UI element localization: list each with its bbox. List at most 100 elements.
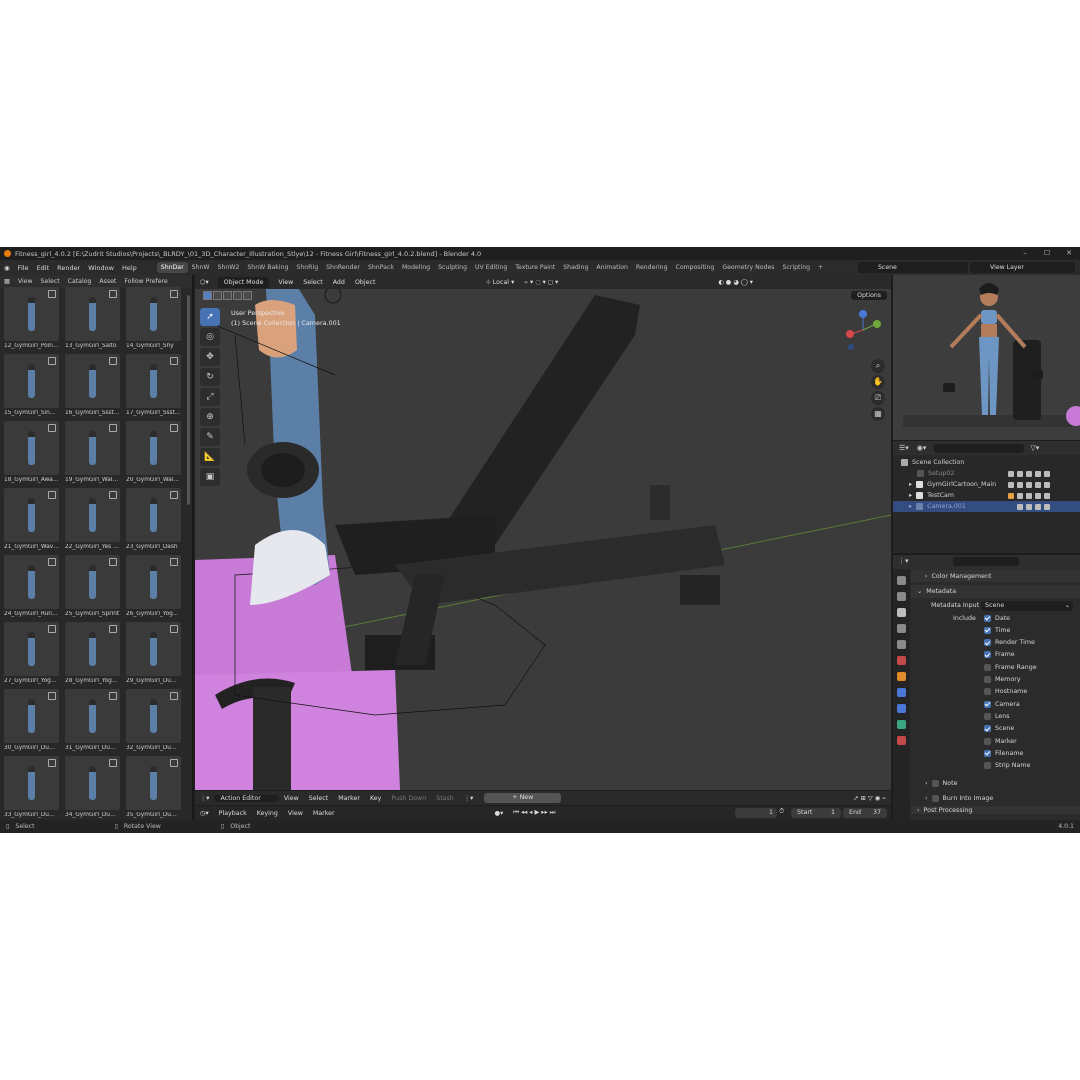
add-cube-tool-icon[interactable]: ▣ <box>200 468 220 486</box>
edit-asset-icon[interactable] <box>170 759 178 767</box>
workspace-tab[interactable]: ShnRig <box>292 262 322 273</box>
shading-modes-icon[interactable]: ◐ ● ◕ ◯ ▾ <box>713 279 758 286</box>
workspace-tab[interactable]: Scripting <box>779 262 815 273</box>
select-extend-icon[interactable] <box>213 291 222 300</box>
camera-view-icon[interactable]: ⎚ <box>871 391 885 405</box>
select-invert-icon[interactable] <box>233 291 242 300</box>
metadata-checkbox[interactable] <box>984 688 991 696</box>
asset-tile[interactable]: 33_GymGirl_Dum… <box>4 756 59 822</box>
visibility-icons[interactable] <box>1008 481 1050 488</box>
asset-tile[interactable]: 13_GymGirl_Salto <box>65 287 120 353</box>
metadata-checkbox[interactable] <box>984 737 991 745</box>
asset-tile[interactable]: 34_GymGirl_Dum… <box>65 756 120 822</box>
workspace-tab[interactable]: ShnPack <box>364 262 398 273</box>
visibility-icons[interactable] <box>1017 503 1050 510</box>
asset-tile[interactable]: 12_GymGirl_Poin… <box>4 287 59 353</box>
metadata-checkbox[interactable] <box>984 725 991 733</box>
asset-tile[interactable]: 28_GymGirl_Yog… <box>65 622 120 688</box>
asset-tile[interactable]: 17_GymGirl_Ssst… <box>126 354 181 420</box>
timeline-menu-playback[interactable]: Playback <box>214 810 252 817</box>
asset-tile[interactable]: 32_GymGirl_Dum… <box>126 689 181 755</box>
select-intersect-icon[interactable] <box>243 291 252 300</box>
asset-tile[interactable]: 24_GymGirl_Runn… <box>4 555 59 621</box>
metadata-checkbox[interactable] <box>984 749 991 757</box>
minimize-icon[interactable]: – <box>1014 247 1036 260</box>
expand-arrow-icon[interactable]: ▸ <box>909 492 912 499</box>
add-workspace-icon[interactable]: + <box>814 262 827 273</box>
annotate-tool-icon[interactable]: ✎ <box>200 428 220 446</box>
burn-into-image-checkbox[interactable] <box>931 794 939 802</box>
metadata-checkbox[interactable] <box>984 700 991 708</box>
outliner-search-input[interactable] <box>934 443 1025 453</box>
scale-tool-icon[interactable]: ⤢ <box>200 388 220 406</box>
expand-arrow-icon[interactable]: ▸ <box>909 503 912 510</box>
asset-tile[interactable]: 18_GymGirl_Awake <box>4 421 59 487</box>
workspace-tab[interactable]: Sculpting <box>434 262 471 273</box>
asset-scrollbar[interactable] <box>187 295 190 505</box>
workspace-tab[interactable]: ShnW <box>188 262 214 273</box>
asset-tile[interactable]: 16_GymGirl_Ssst… <box>65 354 120 420</box>
metadata-checkbox[interactable] <box>984 614 991 622</box>
pivot-snap-icons[interactable]: ⌁ ▾ ◌ ▾ ◻ ▾ <box>519 279 563 286</box>
action-editor-mode-dropdown[interactable]: Action Editor <box>214 794 279 802</box>
menu-window[interactable]: Window <box>84 264 118 272</box>
scene-tab-icon[interactable] <box>897 640 906 649</box>
timeline-menu-view[interactable]: View <box>283 810 308 817</box>
pan-hand-icon[interactable]: ✋ <box>871 375 885 389</box>
rotate-tool-icon[interactable]: ↻ <box>200 368 220 386</box>
edit-asset-icon[interactable] <box>109 491 117 499</box>
physics-tab-icon[interactable] <box>897 688 906 697</box>
transform-orientation-dropdown[interactable]: ⊹ Local ▾ <box>480 279 519 286</box>
3d-viewport[interactable]: ⬡▾ Object Mode View Select Add Object ⊹ … <box>195 275 891 790</box>
workspace-tab[interactable]: Geometry Nodes <box>718 262 778 273</box>
view-layer-tab-icon[interactable] <box>897 624 906 633</box>
workspace-tab[interactable]: ShnW Baking <box>243 262 292 273</box>
asset-tile[interactable]: 23_GymGirl_Dash <box>126 488 181 554</box>
edit-asset-icon[interactable] <box>48 692 56 700</box>
metadata-field-row[interactable]: Frame <box>911 649 1080 661</box>
perspective-grid-icon[interactable]: ▦ <box>871 407 885 421</box>
workspace-tab[interactable]: Rendering <box>632 262 672 273</box>
transform-tool-icon[interactable]: ⊕ <box>200 408 220 426</box>
viewport-menu-object[interactable]: Object <box>350 279 381 286</box>
select-new-icon[interactable] <box>203 291 212 300</box>
color-management-panel[interactable]: › Color Management <box>911 570 1080 583</box>
navigation-gizmo[interactable] <box>843 307 883 353</box>
action-browse-icon[interactable]: ⋮▾ <box>459 795 478 802</box>
outliner-row[interactable]: Setup02 <box>893 468 1080 479</box>
edit-asset-icon[interactable] <box>170 290 178 298</box>
constraints-tab-icon[interactable] <box>897 704 906 713</box>
metadata-field-row[interactable]: Memory <box>911 673 1080 685</box>
metadata-field-row[interactable]: Frame Range <box>911 661 1080 673</box>
timeline-menu-keying[interactable]: Keying <box>252 810 283 817</box>
edit-asset-icon[interactable] <box>170 625 178 633</box>
new-action-button[interactable]: + New <box>484 793 562 803</box>
start-frame-field[interactable]: Start 1 <box>791 808 841 818</box>
menu-edit[interactable]: Edit <box>33 264 54 272</box>
edit-asset-icon[interactable] <box>109 290 117 298</box>
metadata-field-row[interactable]: Filename <box>911 747 1080 759</box>
edit-asset-icon[interactable] <box>109 759 117 767</box>
edit-asset-icon[interactable] <box>48 290 56 298</box>
metadata-field-row[interactable]: Scene <box>911 723 1080 735</box>
view-layer-selector[interactable]: View Layer <box>970 262 1075 273</box>
edit-asset-icon[interactable] <box>48 424 56 432</box>
data-tab-icon[interactable] <box>897 720 906 729</box>
metadata-field-row[interactable]: Time <box>911 624 1080 636</box>
filter-icon[interactable]: ▽▾ <box>1030 444 1039 452</box>
outliner-row[interactable]: ▸ GymGirlCartoon_Main <box>893 479 1080 490</box>
timeline-editor-icon[interactable]: ◷▾ <box>195 810 214 817</box>
note-checkbox[interactable] <box>931 780 939 788</box>
outliner-scene-collection[interactable]: Scene Collection <box>893 457 1080 468</box>
metadata-checkbox[interactable] <box>984 639 991 647</box>
asset-tile[interactable]: 25_GymGirl_Sprint <box>65 555 120 621</box>
texture-tab-icon[interactable] <box>897 736 906 745</box>
properties-search-input[interactable] <box>953 557 1019 566</box>
burn-into-image-panel[interactable]: › Burn Into Image <box>911 792 1080 804</box>
asset-tile[interactable]: 29_GymGirl_Dum… <box>126 622 181 688</box>
metadata-field-row[interactable]: Lens <box>911 710 1080 722</box>
world-tab-icon[interactable] <box>897 656 906 665</box>
edit-asset-icon[interactable] <box>170 692 178 700</box>
expand-arrow-icon[interactable]: ▸ <box>909 481 912 488</box>
asset-menu-asset[interactable]: Asset <box>99 278 116 285</box>
